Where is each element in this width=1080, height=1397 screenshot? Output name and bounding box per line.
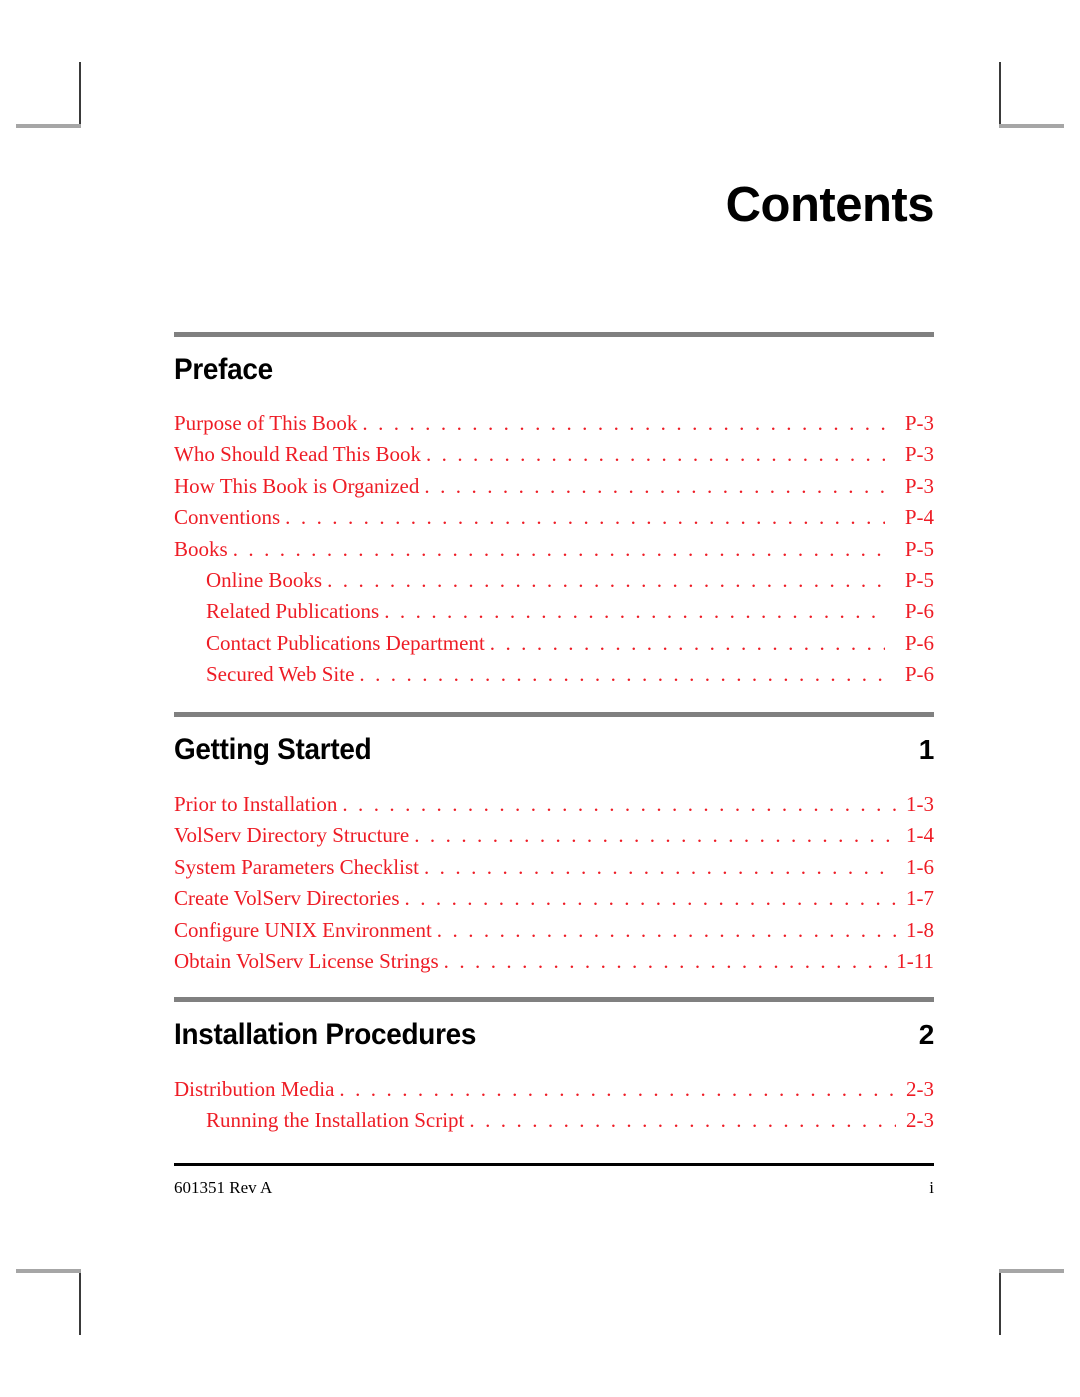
toc-dot-leader xyxy=(424,852,896,883)
toc-entry[interactable]: Create VolServ Directories 1-7 xyxy=(174,883,934,914)
toc-entry-label: Online Books xyxy=(206,568,323,593)
toc-list-installation-procedures: Distribution Media 2-3 Running the Insta… xyxy=(174,1052,934,1137)
page-footer: 601351 Rev A i xyxy=(174,1163,934,1198)
toc-entry[interactable]: VolServ Directory Structure 1-4 xyxy=(174,820,934,851)
toc-entry-label: VolServ Directory Structure xyxy=(174,823,410,848)
toc-entry-label: Books xyxy=(174,536,228,561)
page-title: Contents xyxy=(725,178,935,232)
toc-entry[interactable]: Distribution Media 2-3 xyxy=(174,1074,934,1105)
toc-entry-page: 1-8 xyxy=(906,917,934,942)
toc-entry[interactable]: Conventions P-4 xyxy=(174,502,934,533)
crop-mark-horizontal xyxy=(16,124,81,128)
toc-entry-page: P-3 xyxy=(904,442,934,467)
crop-mark-horizontal xyxy=(16,1269,81,1273)
toc-dot-leader xyxy=(384,596,885,627)
toc-list-preface: Purpose of This Book P-3 Who Should Read… xyxy=(174,387,934,691)
toc-dot-leader xyxy=(285,502,885,533)
toc-entry-page: P-5 xyxy=(904,536,934,561)
crop-mark-horizontal xyxy=(999,124,1064,128)
toc-entry[interactable]: Obtain VolServ License Strings 1-11 xyxy=(174,946,934,977)
toc-entry-label: Secured Web Site xyxy=(206,662,355,687)
toc-entry[interactable]: Purpose of This Book P-3 xyxy=(174,408,934,439)
section-heading-preface: Preface xyxy=(174,337,934,387)
page-content: Contents Preface Purpose of This Book P-… xyxy=(174,0,935,1397)
toc-dot-leader xyxy=(426,439,885,470)
toc-entry[interactable]: Books P-5 xyxy=(174,534,934,565)
toc-entry-page: P-3 xyxy=(904,411,934,435)
toc-entry-page: 1-4 xyxy=(906,823,934,848)
toc-dot-leader xyxy=(339,1074,896,1105)
toc-dot-leader xyxy=(359,659,885,690)
toc-entry-label: Contact Publications Department xyxy=(206,630,485,655)
toc-entry-page: P-6 xyxy=(904,630,934,655)
toc-entry-label: Create VolServ Directories xyxy=(174,886,400,911)
toc-dot-leader xyxy=(327,565,885,596)
toc-entry-label: Conventions xyxy=(174,505,281,530)
toc-entry[interactable]: Prior to Installation 1-3 xyxy=(174,789,934,820)
toc-dot-leader xyxy=(362,408,885,439)
toc-entry[interactable]: Secured Web Site P-6 xyxy=(174,659,934,690)
toc-entry-page: 1-3 xyxy=(906,792,934,816)
crop-mark-vertical xyxy=(79,1269,81,1335)
toc-entry[interactable]: Online Books P-5 xyxy=(174,565,934,596)
toc-entry-page: P-5 xyxy=(904,568,934,593)
toc-dot-leader xyxy=(444,946,896,977)
section-chapter-number: 2 xyxy=(918,1019,935,1050)
section-heading-getting-started: Getting Started 1 xyxy=(174,717,934,767)
toc-entry[interactable]: Running the Installation Script 2-3 xyxy=(174,1105,934,1136)
toc-entry-label: Prior to Installation xyxy=(174,792,338,816)
toc-dot-leader xyxy=(469,1105,896,1136)
toc-dot-leader xyxy=(424,471,885,502)
section-chapter-number: 1 xyxy=(918,734,935,765)
toc-entry-page: P-6 xyxy=(904,599,934,624)
toc-entry-label: Who Should Read This Book xyxy=(174,442,421,467)
toc-dot-leader xyxy=(405,883,897,914)
toc-entry-page: 1-7 xyxy=(906,886,934,911)
section-installation-procedures: Installation Procedures 2 Distribution M… xyxy=(174,997,934,1137)
toc-entry-label: Running the Installation Script xyxy=(206,1108,465,1133)
toc-entry-label: Configure UNIX Environment xyxy=(174,917,432,942)
toc-entry-page: P-3 xyxy=(904,473,934,498)
toc-entry[interactable]: Related Publications P-6 xyxy=(174,596,934,627)
toc-entry[interactable]: How This Book is Organized P-3 xyxy=(174,471,934,502)
toc-entry-label: Distribution Media xyxy=(174,1077,335,1101)
toc-entry-page: P-6 xyxy=(904,662,934,687)
toc-entry[interactable]: Configure UNIX Environment 1-8 xyxy=(174,915,934,946)
toc-dot-leader xyxy=(490,628,885,659)
toc-entry-label: How This Book is Organized xyxy=(174,473,420,498)
toc-list-getting-started: Prior to Installation 1-3 VolServ Direct… xyxy=(174,767,934,977)
toc-entry[interactable]: Who Should Read This Book P-3 xyxy=(174,439,934,470)
section-preface: Preface Purpose of This Book P-3 Who Sho… xyxy=(174,332,934,691)
toc-entry-label: Purpose of This Book xyxy=(174,411,358,435)
crop-mark-vertical xyxy=(999,62,1001,128)
toc-entry-page: P-4 xyxy=(904,505,934,530)
section-heading-label: Getting Started xyxy=(174,733,372,766)
footer-document-number: 601351 Rev A xyxy=(174,1178,273,1197)
toc-dot-leader xyxy=(437,915,896,946)
toc-entry[interactable]: Contact Publications Department P-6 xyxy=(174,628,934,659)
toc-entry-page: 2-3 xyxy=(906,1108,934,1133)
toc-entry-page: 2-3 xyxy=(906,1077,934,1101)
crop-mark-horizontal xyxy=(999,1269,1064,1273)
crop-mark-vertical xyxy=(79,62,81,128)
toc-entry-page: 1-11 xyxy=(896,949,934,974)
section-heading-label: Preface xyxy=(174,353,273,386)
section-heading-label: Installation Procedures xyxy=(174,1018,477,1051)
footer-row: 601351 Rev A i xyxy=(174,1166,934,1198)
toc-entry-label: System Parameters Checklist xyxy=(174,854,419,879)
toc-entry-label: Obtain VolServ License Strings xyxy=(174,949,439,974)
toc-dot-leader xyxy=(342,789,896,820)
toc-dot-leader xyxy=(233,534,885,565)
toc-entry-label: Related Publications xyxy=(206,599,380,624)
toc-entry-page: 1-6 xyxy=(906,854,934,879)
toc-entry[interactable]: System Parameters Checklist 1-6 xyxy=(174,852,934,883)
crop-mark-vertical xyxy=(999,1269,1001,1335)
section-getting-started: Getting Started 1 Prior to Installation … xyxy=(174,712,934,977)
footer-page-number: i xyxy=(929,1178,934,1197)
section-heading-installation-procedures: Installation Procedures 2 xyxy=(174,1002,934,1052)
toc-dot-leader xyxy=(414,820,896,851)
